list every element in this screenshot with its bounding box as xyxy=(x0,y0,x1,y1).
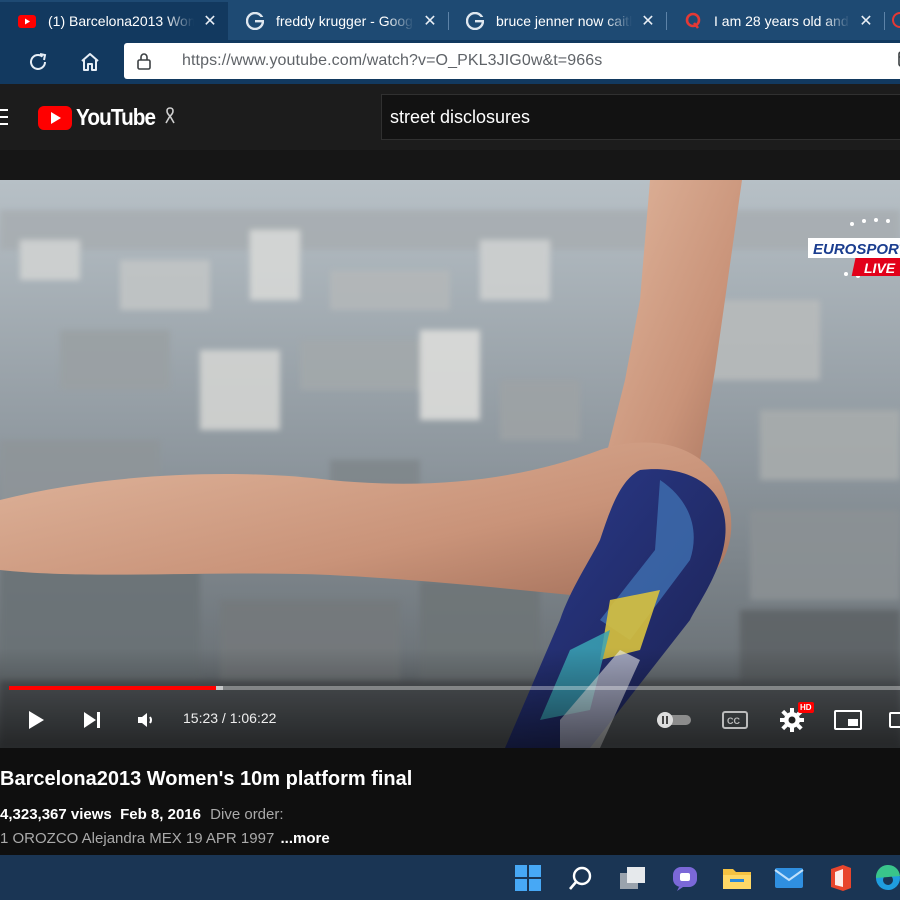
address-bar[interactable]: https://www.youtube.com/watch?v=O_PKL3JI… xyxy=(124,43,900,79)
google-favicon-icon xyxy=(466,12,484,30)
show-more-button[interactable]: ...more xyxy=(280,830,329,847)
captions-button[interactable]: CC xyxy=(720,704,750,736)
tab-quora[interactable]: I am 28 years old and ✕ xyxy=(666,2,884,40)
hd-badge: HD xyxy=(798,702,814,713)
browser-toolbar: https://www.youtube.com/watch?v=O_PKL3JI… xyxy=(0,40,900,84)
progress-bar[interactable] xyxy=(9,686,900,690)
upload-date: Feb 8, 2016 xyxy=(120,806,201,823)
tab-close-icon[interactable]: ✕ xyxy=(202,11,218,31)
teams-chat-icon[interactable] xyxy=(670,863,700,893)
header-spacer xyxy=(0,150,900,180)
miniplayer-button[interactable] xyxy=(832,704,864,736)
video-player[interactable]: EUROSPORT LIVE 15:23 / 1:06:22 CC HD xyxy=(0,180,900,748)
autoplay-toggle[interactable] xyxy=(652,704,694,736)
tab-title: (1) Barcelona2013 Women's 10m platform f… xyxy=(48,13,194,29)
theater-mode-icon xyxy=(889,712,900,728)
youtube-favicon-icon xyxy=(18,12,36,30)
mute-button[interactable] xyxy=(132,704,160,736)
tab-title: bruce jenner now caitlyn - Google Search xyxy=(496,13,632,29)
reader-view-icon[interactable] xyxy=(888,51,900,71)
captions-icon: CC xyxy=(722,711,748,729)
windows-taskbar xyxy=(0,855,900,900)
tab-close-icon[interactable]: ✕ xyxy=(422,11,438,31)
tab-title: freddy krugger - Google Search xyxy=(276,13,414,29)
youtube-logo-text: YouTube xyxy=(76,104,156,130)
search-input[interactable]: street disclosures xyxy=(381,94,900,140)
video-info: Barcelona2013 Women's 10m platform final… xyxy=(0,748,900,855)
view-count: 4,323,367 views xyxy=(0,806,112,823)
next-tab-favicon-icon[interactable] xyxy=(892,12,900,28)
volume-icon xyxy=(138,713,152,727)
time-display: 15:23 / 1:06:22 xyxy=(183,710,277,726)
awareness-ribbon-icon xyxy=(164,106,176,129)
play-button[interactable] xyxy=(22,704,50,736)
tab-close-icon[interactable]: ✕ xyxy=(858,11,874,31)
description-preview[interactable]: 1 OROZCO Alejandra MEX 19 APR 1997 ...mo… xyxy=(0,830,330,847)
lock-icon[interactable] xyxy=(124,52,164,70)
home-icon[interactable] xyxy=(76,48,104,76)
next-video-button[interactable] xyxy=(78,704,106,736)
browser-tab-strip: (1) Barcelona2013 Women's 10m platform f… xyxy=(0,0,900,40)
progress-played xyxy=(9,686,216,690)
miniplayer-icon xyxy=(834,710,862,730)
search-icon[interactable] xyxy=(566,863,596,893)
task-view-icon[interactable] xyxy=(618,863,648,893)
description-line: 1 OROZCO Alejandra MEX 19 APR 1997 xyxy=(0,830,275,847)
youtube-play-logo-icon xyxy=(38,105,72,130)
video-title: Barcelona2013 Women's 10m platform final xyxy=(0,768,413,790)
tab-bruce-jenner[interactable]: bruce jenner now caitlyn - Google Search… xyxy=(448,2,666,40)
office-icon[interactable] xyxy=(826,863,856,893)
svg-text:CC: CC xyxy=(727,716,740,726)
tab-close-icon[interactable]: ✕ xyxy=(640,11,656,31)
tab-separator xyxy=(884,12,885,30)
watermark-line1: EUROSPORT xyxy=(813,241,900,258)
tab-youtube-barcelona[interactable]: (1) Barcelona2013 Women's 10m platform f… xyxy=(0,2,228,40)
mail-icon[interactable] xyxy=(774,863,804,893)
theater-mode-button[interactable] xyxy=(886,704,900,736)
video-meta[interactable]: 4,323,367 views Feb 8, 2016 Dive order: xyxy=(0,806,284,823)
youtube-logo[interactable]: YouTube xyxy=(38,104,176,131)
search-input-value: street disclosures xyxy=(390,106,531,127)
watermark-line2: LIVE xyxy=(864,260,896,276)
skip-next-icon xyxy=(84,712,100,728)
tab-freddy-krugger[interactable]: freddy krugger - Google Search ✕ xyxy=(228,2,448,40)
play-icon xyxy=(29,711,44,729)
description-lead: Dive order: xyxy=(210,806,284,823)
quora-favicon-icon xyxy=(684,12,702,30)
edge-browser-icon[interactable] xyxy=(872,863,900,893)
autoplay-toggle-icon xyxy=(657,712,691,728)
menu-icon[interactable] xyxy=(0,109,8,125)
reload-icon[interactable] xyxy=(24,48,52,76)
eurosport-live-watermark: EUROSPORT LIVE xyxy=(803,218,900,280)
google-favicon-icon xyxy=(246,12,264,30)
tab-title: I am 28 years old and xyxy=(714,13,849,29)
start-menu-icon[interactable] xyxy=(513,863,543,893)
youtube-header: YouTube street disclosures xyxy=(0,84,900,150)
url-text[interactable]: https://www.youtube.com/watch?v=O_PKL3JI… xyxy=(182,52,602,70)
file-explorer-icon[interactable] xyxy=(722,863,752,893)
